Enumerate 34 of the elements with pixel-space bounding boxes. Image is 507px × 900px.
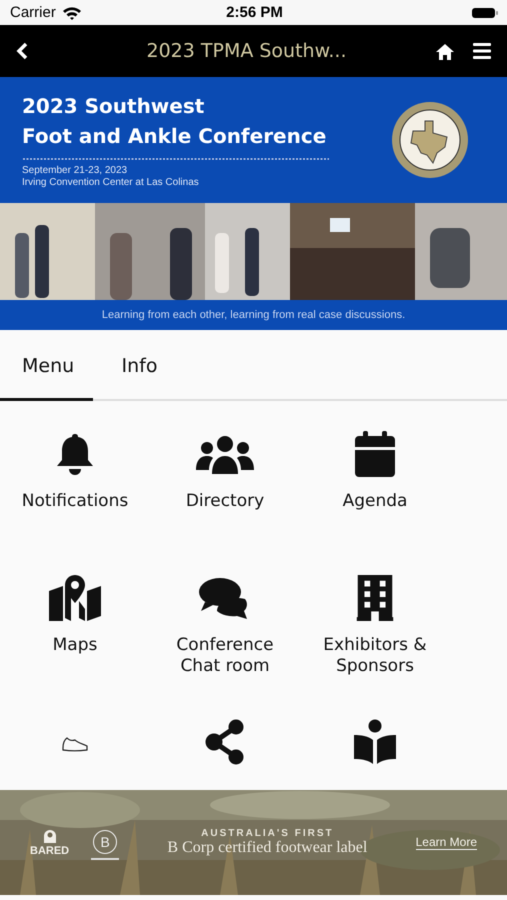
learn-more-link[interactable]: Learn More bbox=[416, 835, 477, 850]
menu-item-label[interactable]: Agenda bbox=[305, 491, 445, 512]
building-icon[interactable] bbox=[356, 575, 394, 621]
status-time: 2:56 PM bbox=[226, 4, 283, 21]
menu-icon[interactable] bbox=[473, 43, 491, 59]
bell-icon[interactable] bbox=[55, 431, 95, 477]
menu-item-label[interactable]: Conference Chat room bbox=[155, 635, 295, 677]
wifi-icon bbox=[62, 6, 82, 20]
banner-venue: Irving Convention Center at Las Colinas bbox=[22, 177, 200, 189]
menu-item-label[interactable]: Notifications bbox=[5, 491, 145, 512]
carrier-label: Carrier bbox=[10, 4, 56, 21]
menu-item-label[interactable]: Directory bbox=[155, 491, 295, 512]
ad-banner[interactable]: BARED B AUSTRALIA'S FIRST B Corp certified footwear label Learn More bbox=[0, 790, 507, 895]
ad-headline: B Corp certified footwear label bbox=[167, 839, 368, 857]
shoe-icon[interactable] bbox=[61, 735, 89, 753]
menu-item-label[interactable]: Maps bbox=[5, 635, 145, 656]
nav-title: 2023 TPMA Southw... bbox=[145, 40, 348, 62]
share-icon[interactable] bbox=[205, 719, 245, 765]
ad-kicker: AUSTRALIA'S FIRST bbox=[201, 828, 334, 839]
banner-subtitle: Foot and Ankle Conference bbox=[22, 123, 328, 150]
seal-logo-icon bbox=[391, 101, 469, 179]
banner-dates: September 21-23, 2023 bbox=[22, 165, 128, 177]
banner-tagline: Learning from each other, learning from real case discussions. bbox=[100, 308, 406, 323]
calendar-icon[interactable] bbox=[355, 431, 395, 477]
home-icon[interactable] bbox=[435, 42, 455, 60]
menu-item-label[interactable]: Exhibitors & Sponsors bbox=[305, 635, 445, 677]
back-icon[interactable] bbox=[16, 42, 28, 60]
tab[interactable]: Info bbox=[93, 333, 186, 401]
brand-name: BARED bbox=[30, 844, 70, 856]
banner-title: 2023 Southwest bbox=[22, 93, 206, 120]
tab[interactable]: Menu bbox=[0, 333, 93, 401]
reader-icon[interactable] bbox=[352, 719, 398, 765]
battery-icon bbox=[470, 6, 499, 20]
map-pin-icon[interactable] bbox=[49, 575, 101, 621]
